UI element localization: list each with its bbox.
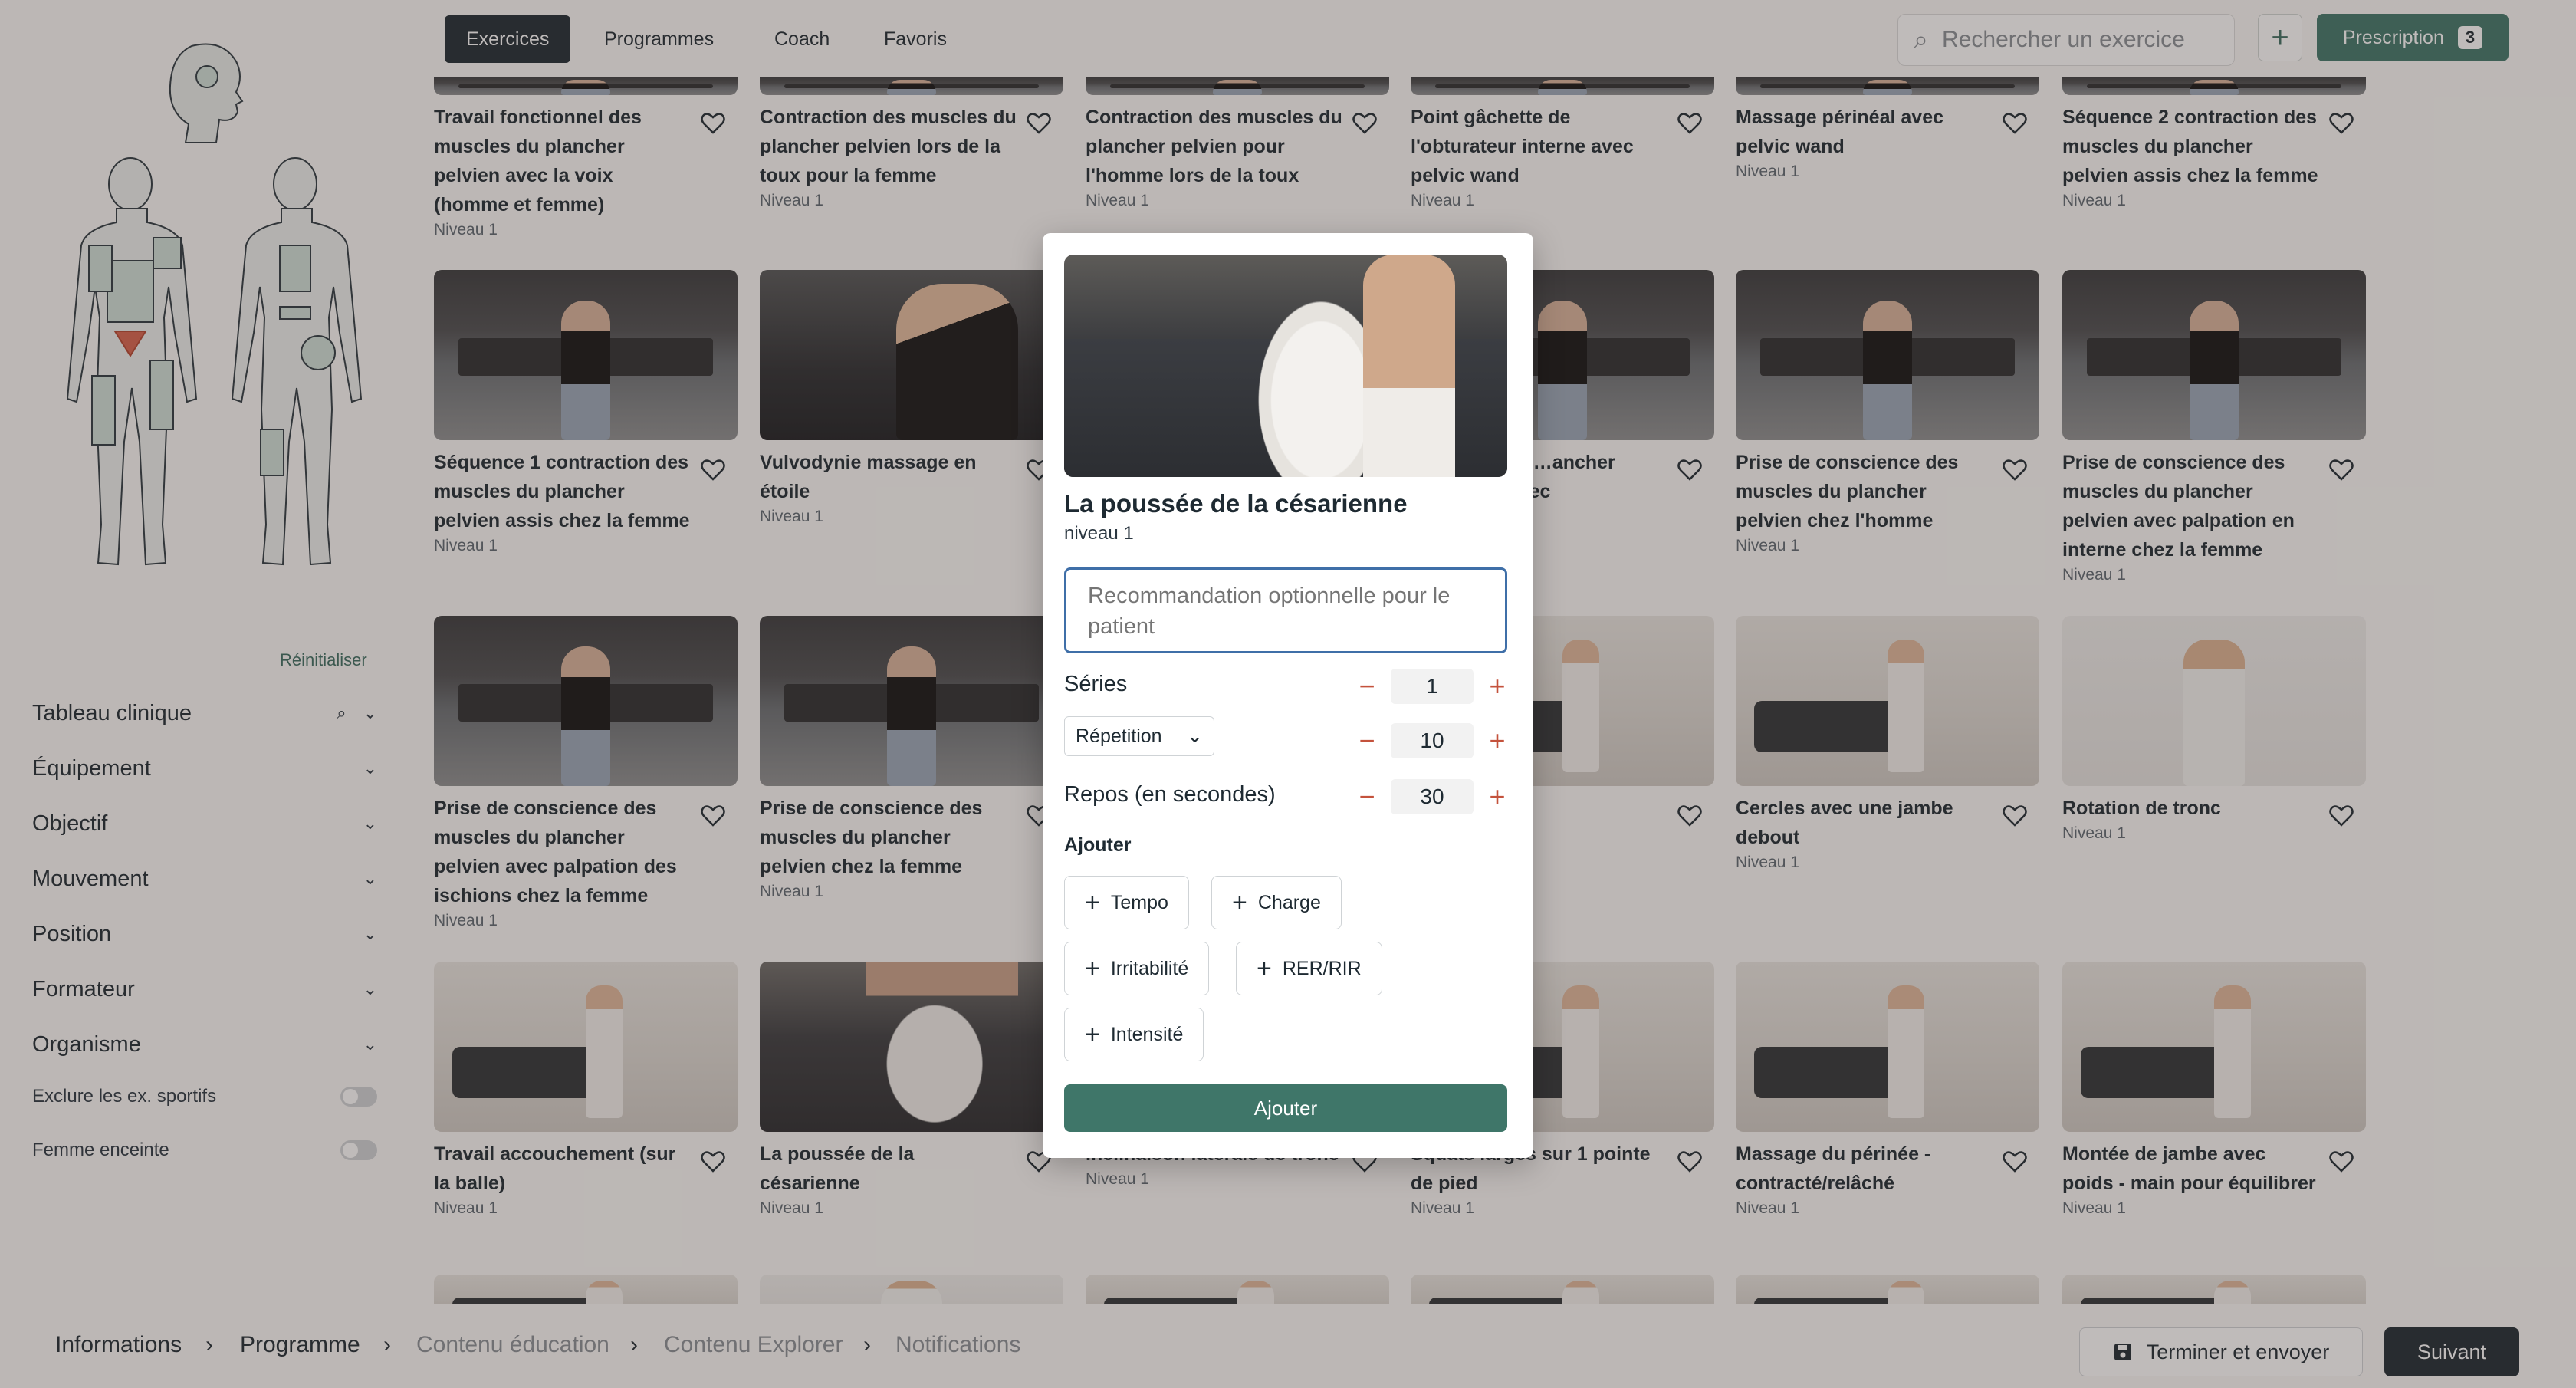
chevron-down-icon: ⌄: [1187, 725, 1203, 747]
app: Réinitialiser Tableau clinique ⌕ ⌄ Équipe…: [0, 0, 2576, 1388]
plus-icon: +: [1085, 888, 1100, 917]
plus-icon: +: [1257, 954, 1272, 983]
repetition-select-value: Répetition: [1076, 725, 1162, 747]
series-label: Séries: [1064, 672, 1128, 696]
chip-label: RER/RIR: [1282, 957, 1362, 979]
series-value[interactable]: 1: [1391, 669, 1474, 704]
plus-icon[interactable]: +: [1486, 725, 1509, 757]
rest-value[interactable]: 30: [1391, 779, 1474, 814]
add-exercise-confirm-button[interactable]: Ajouter: [1064, 1084, 1507, 1132]
add-irritabilite-button[interactable]: + Irritabilité: [1064, 942, 1210, 995]
minus-icon[interactable]: −: [1355, 781, 1378, 813]
exercise-preview-image: [1064, 255, 1507, 477]
plus-icon: +: [1085, 1020, 1100, 1049]
add-rer-rir-button[interactable]: + RER/RIR: [1236, 942, 1382, 995]
add-tempo-button[interactable]: + Tempo: [1064, 876, 1189, 929]
repetition-value[interactable]: 10: [1391, 723, 1474, 758]
chip-label: Tempo: [1110, 891, 1168, 913]
repetition-stepper: − 10 +: [1355, 722, 1509, 760]
minus-icon[interactable]: −: [1355, 725, 1378, 757]
plus-icon: +: [1085, 954, 1100, 983]
add-charge-button[interactable]: + Charge: [1211, 876, 1342, 929]
repetition-select[interactable]: Répetition ⌄: [1064, 716, 1214, 756]
chip-label: Irritabilité: [1110, 957, 1189, 979]
minus-icon[interactable]: −: [1355, 670, 1378, 702]
exercise-config-modal: La poussée de la césarienne niveau 1 Sér…: [1043, 233, 1533, 1158]
plus-icon[interactable]: +: [1486, 781, 1509, 813]
rest-label: Repos (en secondes): [1064, 782, 1276, 807]
add-intensite-button[interactable]: + Intensité: [1064, 1008, 1204, 1061]
recommendation-field[interactable]: [1064, 567, 1507, 653]
add-section-label: Ajouter: [1064, 834, 1132, 856]
modal-title: La poussée de la césarienne: [1064, 489, 1408, 518]
chip-label: Charge: [1257, 891, 1321, 913]
series-stepper: − 1 +: [1355, 667, 1509, 706]
plus-icon: +: [1232, 888, 1247, 917]
plus-icon[interactable]: +: [1486, 670, 1509, 702]
rest-stepper: − 30 +: [1355, 778, 1509, 816]
modal-level: niveau 1: [1064, 523, 1134, 544]
chip-label: Intensité: [1110, 1023, 1184, 1045]
